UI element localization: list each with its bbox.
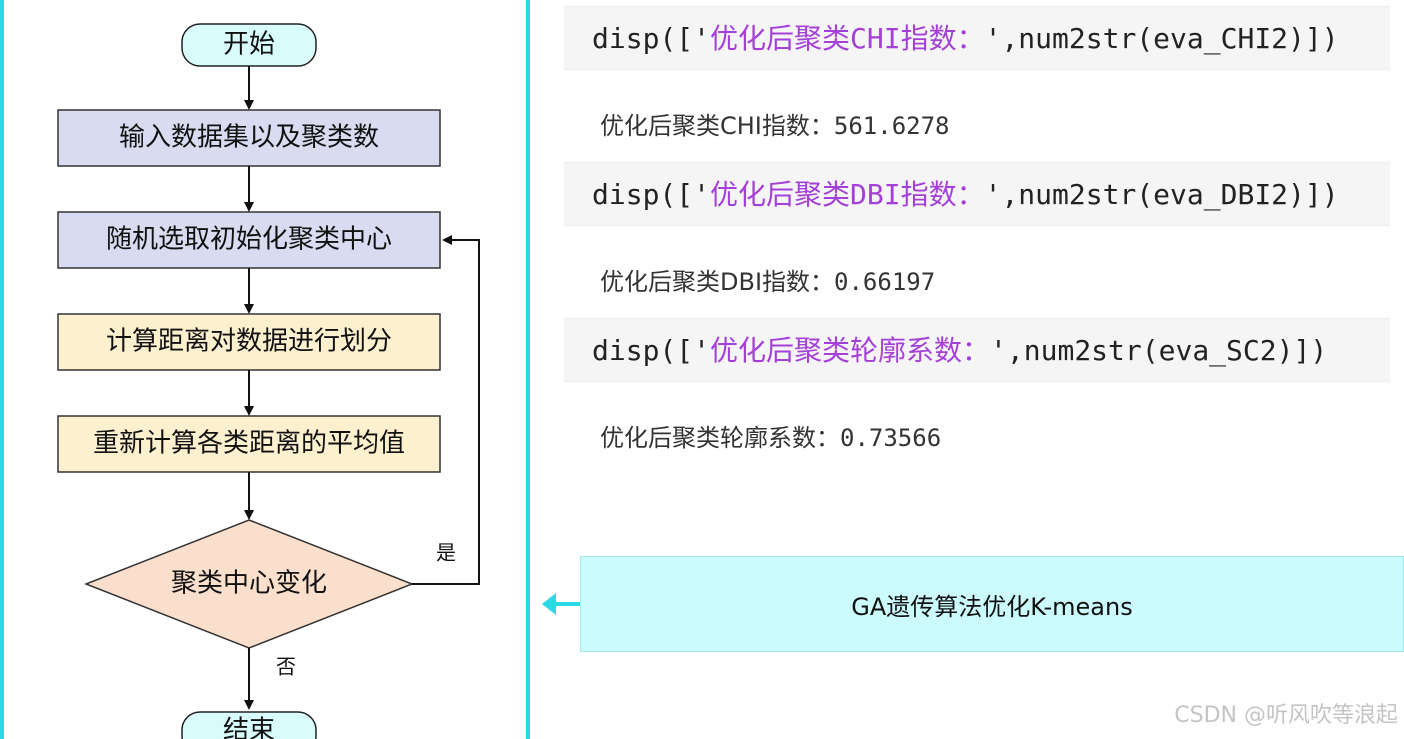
- flowchart-panel: 开始 输入数据集以及聚类数 随机选取初始化聚类中心 计算距离对数据进行划分 重新…: [0, 0, 530, 739]
- code-cell-dbi[interactable]: disp(['优化后聚类DBI指数：',num2str(eva_DBI2)]): [564, 162, 1390, 226]
- code-prefix: disp([': [592, 334, 711, 367]
- init-centers-label: 随机选取初始化聚类中心: [106, 225, 392, 255]
- code-suffix: ',num2str(eva_DBI2)]): [984, 178, 1339, 211]
- code-cell-chi[interactable]: disp(['优化后聚类CHI指数：',num2str(eva_CHI2)]): [564, 6, 1390, 70]
- code-cell-sc[interactable]: disp(['优化后聚类轮廓系数：',num2str(eva_SC2)]): [564, 318, 1390, 382]
- no-label: 否: [276, 655, 296, 679]
- assign-label: 计算距离对数据进行划分: [106, 327, 392, 357]
- code-prefix: disp([': [592, 178, 711, 211]
- yes-label: 是: [436, 541, 456, 565]
- output-chi: 优化后聚类CHI指数：561.6278: [600, 106, 949, 141]
- output-dbi: 优化后聚类DBI指数：0.66197: [600, 262, 935, 297]
- banner-arrow-icon: [542, 593, 580, 615]
- banner-text: GA遗传算法优化K-means: [851, 592, 1133, 621]
- code-prefix: disp([': [592, 22, 711, 55]
- flowchart: 开始 输入数据集以及聚类数 随机选取初始化聚类中心 计算距离对数据进行划分 重新…: [57, 23, 480, 739]
- output-value: 0.73566: [840, 424, 942, 452]
- banner-ga-kmeans: GA遗传算法优化K-means: [580, 556, 1404, 652]
- code-panel: disp(['优化后聚类CHI指数：',num2str(eva_CHI2)]) …: [540, 0, 1404, 739]
- code-suffix: ',num2str(eva_SC2)]): [990, 334, 1328, 367]
- output-value: 561.6278: [833, 112, 950, 140]
- output-label: 优化后聚类轮廓系数：: [600, 424, 840, 452]
- code-string: 优化后聚类DBI指数：: [710, 178, 985, 211]
- recompute-label: 重新计算各类距离的平均值: [93, 429, 405, 459]
- code-string: 优化后聚类轮廓系数：: [710, 334, 991, 367]
- code-string: 优化后聚类CHI指数：: [710, 22, 985, 55]
- end-label: 结束: [223, 716, 275, 739]
- watermark: CSDN @听风吹等浪起: [1174, 703, 1398, 728]
- output-sc: 优化后聚类轮廓系数：0.73566: [600, 418, 941, 453]
- output-value: 0.66197: [834, 268, 936, 296]
- start-label: 开始: [223, 30, 275, 60]
- output-label: 优化后聚类CHI指数：: [600, 112, 834, 140]
- output-label: 优化后聚类DBI指数：: [600, 268, 835, 296]
- edge-decision-yes-loop: [412, 235, 480, 585]
- decision-label: 聚类中心变化: [171, 569, 327, 599]
- input-label: 输入数据集以及聚类数: [119, 123, 379, 153]
- code-suffix: ',num2str(eva_CHI2)]): [984, 22, 1339, 55]
